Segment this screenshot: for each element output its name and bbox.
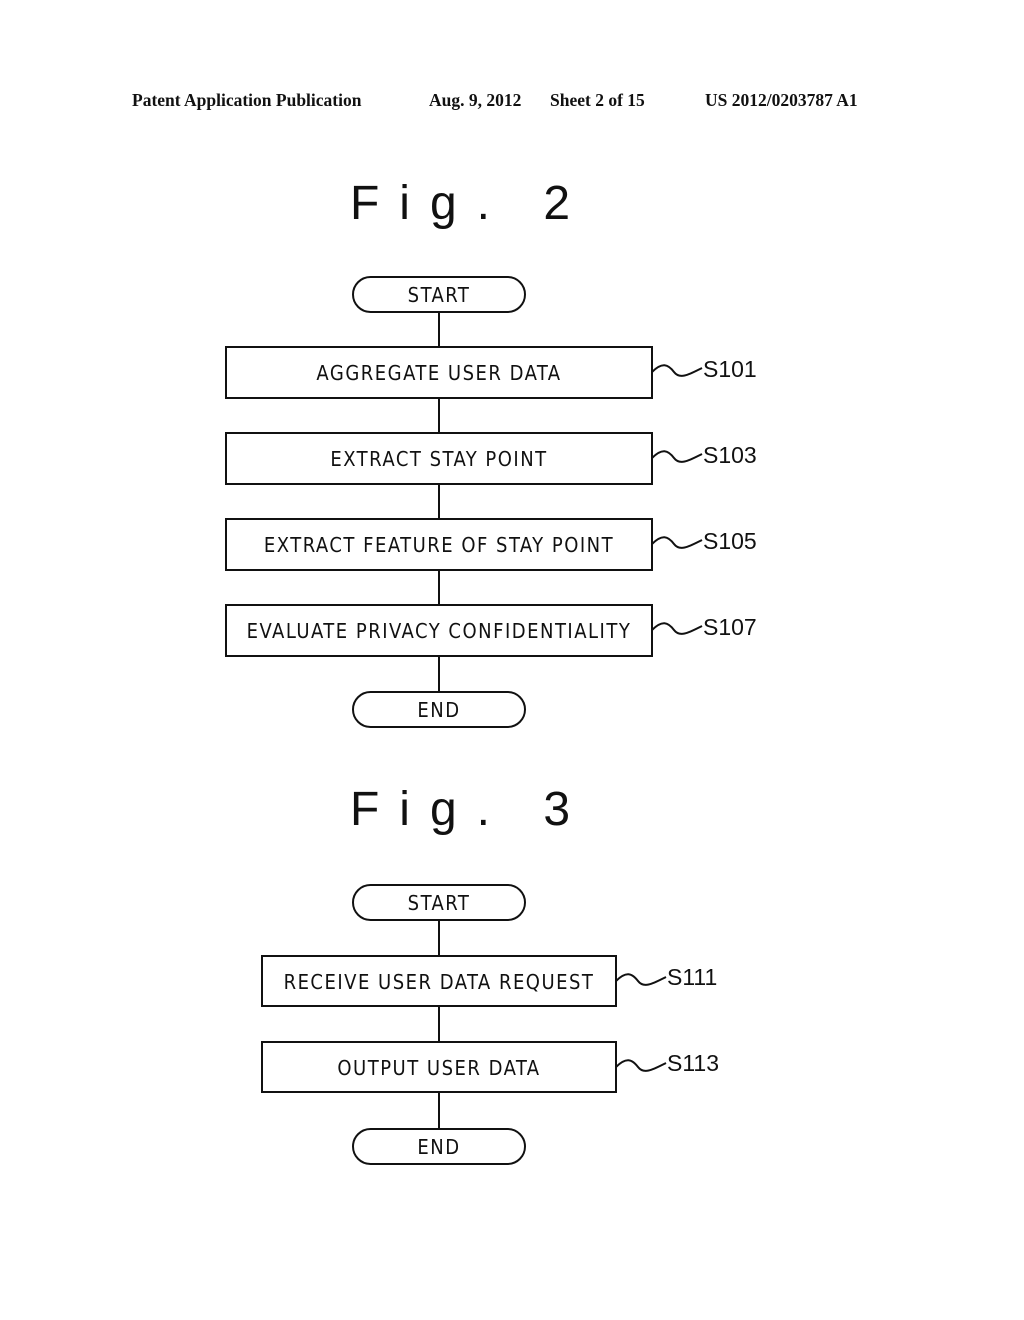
- leader-line: [651, 450, 703, 463]
- leader-line: [651, 622, 703, 635]
- start-label: START: [408, 283, 471, 307]
- figure-2-flowchart: START AGGREGATE USER DATA S101 EXTRACT S…: [225, 276, 757, 728]
- step-ref: S107: [703, 614, 757, 640]
- step-ref: S101: [703, 356, 757, 382]
- process-label: RECEIVE USER DATA REQUEST: [284, 970, 595, 994]
- figure-3-flowchart: START RECEIVE USER DATA REQUEST S111 OUT…: [261, 884, 719, 1165]
- end-label: END: [417, 1135, 460, 1159]
- step-ref: S105: [703, 528, 757, 554]
- process-label: OUTPUT USER DATA: [337, 1056, 540, 1080]
- leader-line: [615, 1059, 667, 1072]
- step-ref: S103: [703, 442, 757, 468]
- leader-line: [651, 536, 703, 549]
- end-label: END: [417, 698, 460, 722]
- process-label: EVALUATE PRIVACY CONFIDENTIALITY: [247, 619, 632, 643]
- leader-line: [651, 364, 703, 377]
- step-ref: S111: [667, 964, 717, 990]
- step-ref: S113: [667, 1050, 719, 1076]
- flowcharts: START AGGREGATE USER DATA S101 EXTRACT S…: [225, 276, 757, 1165]
- process-label: EXTRACT FEATURE OF STAY POINT: [264, 533, 614, 557]
- leader-line: [615, 973, 667, 986]
- process-label: AGGREGATE USER DATA: [316, 361, 561, 385]
- start-label: START: [408, 891, 471, 915]
- process-label: EXTRACT STAY POINT: [330, 447, 547, 471]
